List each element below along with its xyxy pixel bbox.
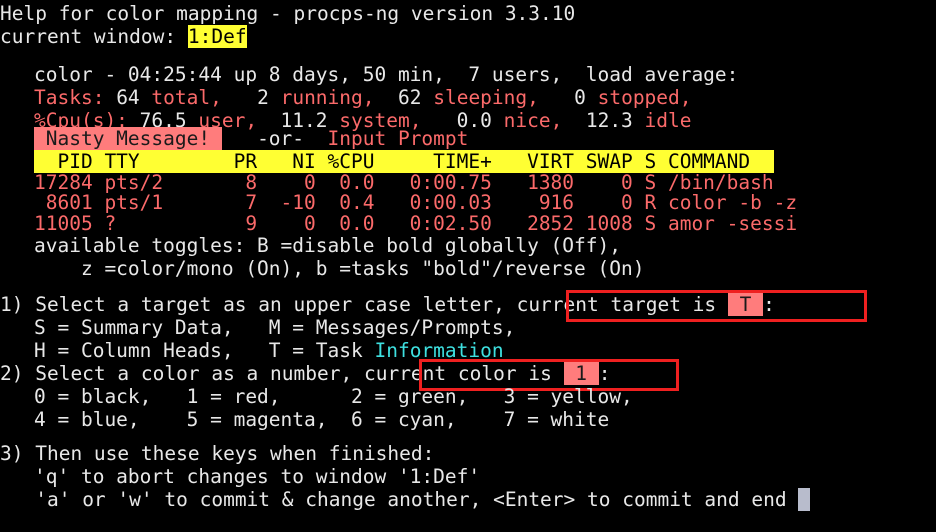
terminal-screen[interactable]: Help for color mapping - procps-ng versi… — [0, 0, 936, 532]
current-target-value[interactable]: T — [727, 293, 764, 316]
task-information-label: Information — [374, 339, 504, 362]
tasks-stopped-label: stopped, — [585, 86, 692, 109]
help-title: Help for color mapping - procps-ng versi… — [0, 2, 576, 25]
step-3-line: 3) Then use these keys when finished: — [0, 442, 434, 465]
help-title-line: Help for color mapping - procps-ng versi… — [0, 2, 575, 25]
text-cursor[interactable] — [798, 488, 811, 511]
step-2-text: Select a color as a number, — [23, 362, 353, 385]
toggles-text-2: z =color/mono (On), b =tasks "bold"/reve… — [34, 257, 645, 280]
current-color-suffix: : — [598, 362, 611, 385]
target-options-line-2: H = Column Heads, T = Task Information — [34, 339, 504, 362]
current-window-line: current window: 1:Def — [0, 25, 247, 48]
preview-message-line: Nasty Message! -or- Input Prompt — [34, 127, 468, 150]
tasks-total-value: 64 — [104, 86, 140, 109]
keys-line-2: 'a' or 'w' to commit & change another, <… — [0, 488, 811, 511]
target-options-text-1: S = Summary Data, M = Messages/Prompts, — [34, 316, 516, 339]
preview-tasks-line: Tasks: 64 total, 2 running, 62 sleeping,… — [34, 86, 692, 109]
input-prompt-label: Input Prompt — [327, 127, 469, 150]
target-options-line-1: S = Summary Data, M = Messages/Prompts, — [34, 316, 515, 339]
step-1-line: 1) Select a target as an upper case lett… — [0, 293, 775, 316]
tasks-stopped-value: 0 — [538, 86, 586, 109]
color-options-text-2: 4 = blue, 5 = magenta, 6 = cyan, 7 = whi… — [34, 408, 610, 431]
keys-text-1: 'q' to abort changes to window '1:Def' — [34, 465, 481, 488]
step-3-text: Then use these keys when finished: — [23, 442, 435, 465]
color-options-line-1: 0 = black, 1 = red, 2 = green, 3 = yello… — [34, 385, 633, 408]
tasks-sleeping-value: 62 — [374, 86, 422, 109]
cpu-idle-value: 12.3 — [562, 109, 633, 132]
current-color-prefix: current color is — [363, 362, 564, 385]
color-options-text-1: 0 = black, 1 = red, 2 = green, 3 = yello… — [34, 385, 633, 408]
table-row: 8601 pts/1 7 -10 0.4 0:00.03 916 0 R col… — [34, 191, 797, 214]
or-separator: -or- — [221, 127, 328, 150]
keys-line-1: 'q' to abort changes to window '1:Def' — [34, 465, 480, 488]
cpu-nice-label: nice, — [491, 109, 563, 132]
keys-text-2: 'a' or 'w' to commit & change another, <… — [35, 488, 799, 511]
step-1-text: Select a target as an upper case letter, — [23, 293, 505, 316]
nasty-message-badge: Nasty Message! — [34, 127, 222, 150]
available-toggles-line-2: z =color/mono (On), b =tasks "bold"/reve… — [34, 257, 645, 280]
tasks-sleeping-label: sleeping, — [421, 86, 539, 109]
current-target-suffix: : — [763, 293, 775, 316]
step-2-line: 2) Select a color as a number, current c… — [0, 362, 611, 385]
current-window-value[interactable]: 1:Def — [187, 25, 247, 48]
tasks-running-label: running, — [268, 86, 375, 109]
task-row-text: 8601 pts/1 7 -10 0.4 0:00.03 916 0 R col… — [34, 191, 798, 214]
preview-uptime-text: color - 04:25:44 up 8 days, 50 min, 7 us… — [34, 63, 739, 86]
current-window-label: current window: — [0, 25, 177, 48]
tasks-running-value: 2 — [221, 86, 269, 109]
preview-uptime-line: color - 04:25:44 up 8 days, 50 min, 7 us… — [34, 63, 738, 86]
task-row-text: 11005 ? 9 0 0.0 0:02.50 2852 1008 S amor… — [34, 212, 798, 235]
current-target-prefix: current target is — [516, 293, 728, 316]
color-options-line-2: 4 = blue, 5 = magenta, 6 = cyan, 7 = whi… — [34, 408, 609, 431]
table-row: 11005 ? 9 0 0.0 0:02.50 2852 1008 S amor… — [34, 212, 797, 235]
tasks-label: Tasks: — [34, 86, 105, 109]
step-1-number: 1) — [0, 293, 24, 316]
step-3-number: 3) — [0, 442, 24, 465]
step-2-number: 2) — [0, 362, 24, 385]
tasks-total-label: total, — [139, 86, 222, 109]
column-heads: PID TTY PR NI %CPU TIME+ VIRT SWAP S COM… — [34, 150, 774, 173]
target-options-text-2a: H = Column Heads, T = Task — [34, 339, 375, 362]
preview-column-heads-line: PID TTY PR NI %CPU TIME+ VIRT SWAP S COM… — [34, 150, 774, 173]
cpu-idle-label: idle — [632, 109, 692, 132]
toggles-text-1: available toggles: B =disable bold globa… — [34, 234, 621, 257]
current-color-value[interactable]: 1 — [563, 362, 599, 385]
available-toggles-line-1: available toggles: B =disable bold globa… — [34, 234, 621, 257]
